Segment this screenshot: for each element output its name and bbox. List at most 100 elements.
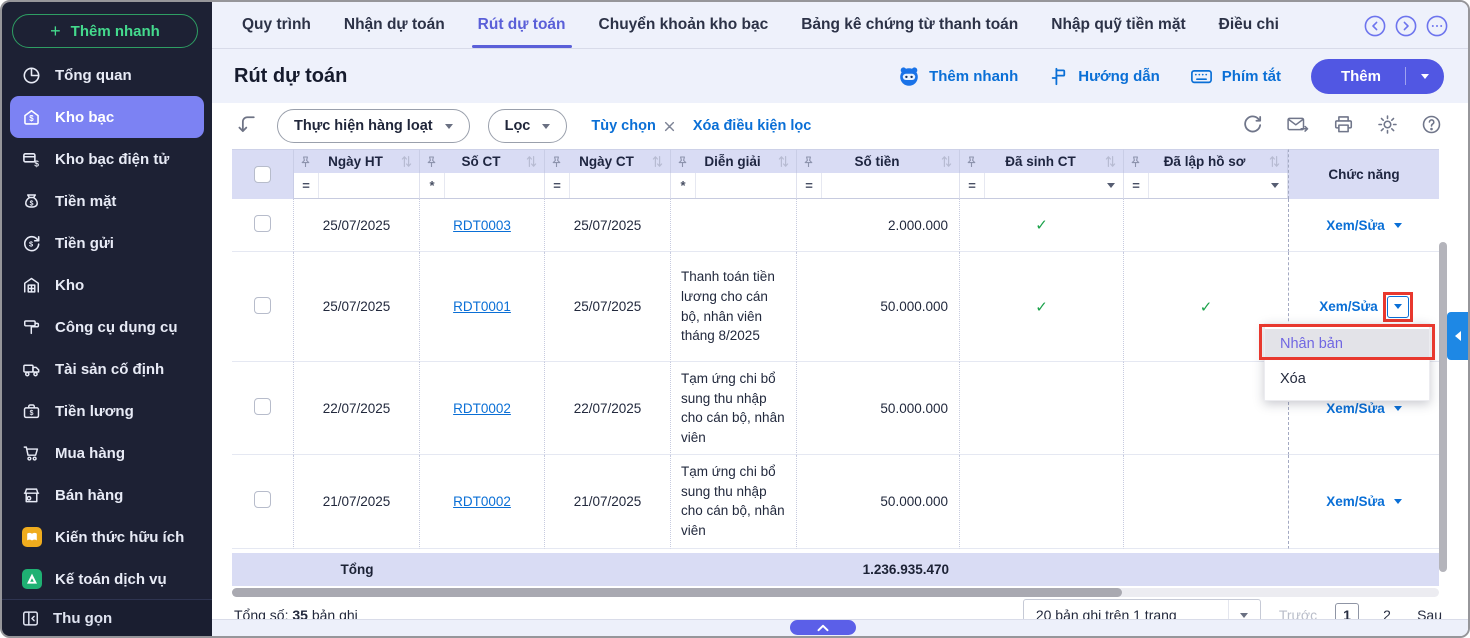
filter-ngay-ht[interactable]: = xyxy=(294,173,420,199)
header-action-phim-tat[interactable]: Phím tắt xyxy=(1190,65,1281,88)
gear-icon[interactable] xyxy=(1377,114,1398,138)
add-button-caret[interactable] xyxy=(1406,74,1444,79)
filter-da-lap-ho-so[interactable]: = xyxy=(1124,173,1288,199)
cell-so-ct: RDT0002 xyxy=(420,455,545,548)
filter-dropdown-caret[interactable] xyxy=(1271,183,1287,188)
horizontal-scrollbar-thumb[interactable] xyxy=(232,588,1122,597)
print-icon[interactable] xyxy=(1333,114,1354,138)
sort-order-icon[interactable] xyxy=(234,112,259,140)
filter-option-chip[interactable]: Tùy chọn xyxy=(591,118,674,134)
sidebar-item-cong-cu-dung-cu[interactable]: Công cụ dụng cụ xyxy=(2,306,212,348)
refresh-icon[interactable] xyxy=(1242,114,1263,138)
cell-dien-giai xyxy=(671,199,797,252)
header-action-huong-dan[interactable]: Hướng dẫn xyxy=(1048,66,1160,87)
sidebar-item-kho-bac-dien-tu[interactable]: $Kho bạc điện tử xyxy=(2,138,212,180)
sidebar-item-mua-hang[interactable]: Mua hàng xyxy=(2,432,212,474)
filter-operator[interactable]: * xyxy=(420,173,445,198)
cell-ngay-ct: 25/07/2025 xyxy=(545,199,671,252)
vertical-scrollbar-thumb[interactable] xyxy=(1439,242,1447,572)
tab-nhap-quy-tien-mat[interactable]: Nhập quỹ tiền mặt xyxy=(1051,2,1185,48)
mail-icon[interactable] xyxy=(1286,115,1310,138)
filter-ngay-ct[interactable]: = xyxy=(545,173,671,199)
document-link[interactable]: RDT0003 xyxy=(453,218,511,233)
header-action-them-nhanh[interactable]: Thêm nhanh xyxy=(898,65,1018,87)
more-icon[interactable] xyxy=(1426,15,1448,40)
filter-operator[interactable]: * xyxy=(671,173,696,198)
sidebar-item-label: Kho xyxy=(55,277,84,294)
menu-item-xoa[interactable]: Xóa xyxy=(1265,364,1429,393)
tab-dieu-chi[interactable]: Điều chi xyxy=(1219,2,1279,48)
tab-bang-ke-chung-tu-thanh-toan[interactable]: Bảng kê chứng từ thanh toán xyxy=(801,2,1018,48)
filter-operator[interactable]: = xyxy=(545,173,570,198)
document-link[interactable]: RDT0002 xyxy=(453,494,511,509)
chevron-left-icon[interactable] xyxy=(1364,15,1386,40)
collapse-panel-up-button[interactable] xyxy=(790,620,856,635)
filter-dien-giai[interactable]: * xyxy=(671,173,797,199)
filter-operator[interactable]: = xyxy=(960,173,985,198)
filter-operator[interactable]: = xyxy=(797,173,822,198)
quick-add-button[interactable]: + Thêm nhanh xyxy=(12,14,198,48)
sidebar-item-kho[interactable]: Kho xyxy=(2,264,212,306)
dropdown-caret-icon[interactable] xyxy=(1394,499,1402,504)
batch-action-label: Thực hiện hàng loạt xyxy=(294,118,433,134)
action-dropdown-button[interactable] xyxy=(1387,296,1409,318)
filter-so-ct[interactable]: * xyxy=(420,173,545,199)
filter-operator[interactable]: = xyxy=(294,173,319,198)
column-header-da-sinh-ct[interactable]: Đã sinh CT xyxy=(960,149,1124,173)
tab-rut-du-toan[interactable]: Rút dự toán xyxy=(478,2,566,48)
filter-dropdown[interactable]: Lọc xyxy=(488,109,568,143)
dropdown-caret-icon[interactable] xyxy=(1394,406,1402,411)
sidebar-item-ban-hang[interactable]: Bán hàng xyxy=(2,474,212,516)
description-text: Thanh toán tiền lương cho cán bộ, nhân v… xyxy=(681,269,775,343)
sidebar-item-ke-toan-dich-vu[interactable]: Kế toán dịch vụ xyxy=(2,558,212,600)
sidebar-item-tien-luong[interactable]: $Tiền lương xyxy=(2,390,212,432)
tab-quy-trinh[interactable]: Quy trình xyxy=(242,2,311,48)
close-icon[interactable] xyxy=(664,121,675,132)
guide-icon xyxy=(1048,66,1069,87)
cell-chuc-nang: Xem/Sửa xyxy=(1288,199,1439,252)
sidebar-item-kho-bac[interactable]: $Kho bạc xyxy=(10,96,204,138)
column-header-ngay-ct[interactable]: Ngày CT xyxy=(545,149,671,173)
menu-item-nhan-ban[interactable]: Nhân bản xyxy=(1265,329,1429,358)
sidebar-item-kien-thuc-huu-ich[interactable]: Kiến thức hữu ích xyxy=(2,516,212,558)
help-icon[interactable] xyxy=(1421,114,1442,138)
chevron-down-icon xyxy=(1421,74,1429,79)
sidebar-item-tai-san-co-dinh[interactable]: Tài sản cố định xyxy=(2,348,212,390)
column-header-ngay-ht[interactable]: Ngày HT xyxy=(294,149,420,173)
row-checkbox[interactable] xyxy=(254,215,271,232)
row-checkbox[interactable] xyxy=(254,297,271,314)
clear-filter-link[interactable]: Xóa điều kiện lọc xyxy=(693,118,811,134)
view-edit-link[interactable]: Xem/Sửa xyxy=(1326,494,1385,509)
tab-nhan-du-toan[interactable]: Nhận dự toán xyxy=(344,2,445,48)
add-button[interactable]: Thêm xyxy=(1311,59,1444,94)
view-edit-link[interactable]: Xem/Sửa xyxy=(1326,401,1385,416)
filter-so-tien[interactable]: = xyxy=(797,173,960,199)
sidebar-item-tien-mat[interactable]: $Tiền mặt xyxy=(2,180,212,222)
document-link[interactable]: RDT0001 xyxy=(453,299,511,314)
select-all-checkbox[interactable] xyxy=(254,166,271,183)
column-header-so-ct[interactable]: Số CT xyxy=(420,149,545,173)
filter-da-sinh-ct[interactable]: = xyxy=(960,173,1124,199)
filter-operator[interactable]: = xyxy=(1124,173,1149,198)
column-header-chuc-nang: Chức năng xyxy=(1288,149,1439,199)
dropdown-caret-icon[interactable] xyxy=(1394,223,1402,228)
view-edit-link[interactable]: Xem/Sửa xyxy=(1319,299,1378,314)
sidebar-collapse-button[interactable]: Thu gọn xyxy=(2,599,212,636)
chevron-right-icon[interactable] xyxy=(1395,15,1417,40)
column-header-so-tien[interactable]: Số tiền xyxy=(797,149,960,173)
row-checkbox[interactable] xyxy=(254,398,271,415)
view-edit-link[interactable]: Xem/Sửa xyxy=(1326,218,1385,233)
tab-label: Bảng kê chứng từ thanh toán xyxy=(801,16,1018,34)
column-header-dien-giai[interactable]: Diễn giải xyxy=(671,149,797,173)
tab-chuyen-khoan-kho-bac[interactable]: Chuyển khoản kho bạc xyxy=(599,2,769,48)
svg-text:$: $ xyxy=(30,200,34,207)
filter-dropdown-caret[interactable] xyxy=(1107,183,1123,188)
column-header-da-lap-ho-so[interactable]: Đã lập hồ sơ xyxy=(1124,149,1288,173)
date-document: 25/07/2025 xyxy=(574,299,642,314)
sidebar-item-tien-gui[interactable]: $Tiền gửi xyxy=(2,222,212,264)
batch-action-dropdown[interactable]: Thực hiện hàng loạt xyxy=(277,109,470,143)
sidebar-item-tong-quan[interactable]: Tổng quan xyxy=(2,54,212,96)
row-checkbox[interactable] xyxy=(254,491,271,508)
side-panel-toggle[interactable] xyxy=(1447,312,1468,360)
document-link[interactable]: RDT0002 xyxy=(453,401,511,416)
